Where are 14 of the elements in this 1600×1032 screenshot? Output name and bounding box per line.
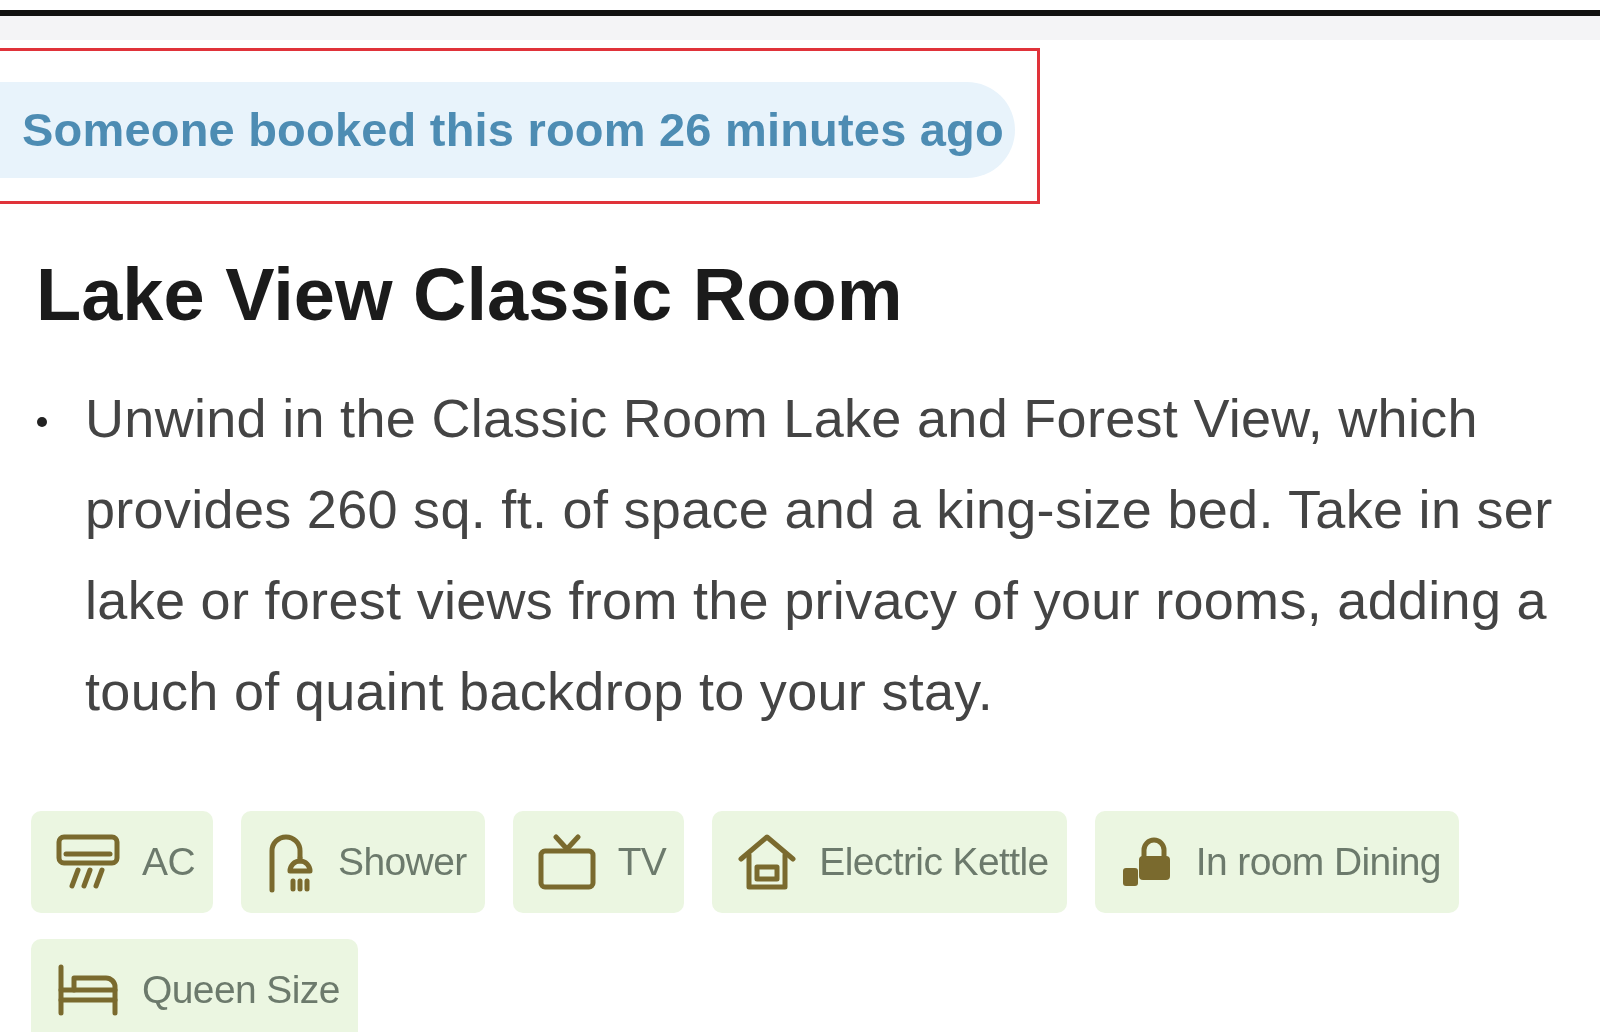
- amenity-label: Queen Size: [142, 966, 340, 1013]
- bed-icon: [56, 964, 120, 1016]
- amenity-label: AC: [142, 838, 195, 885]
- booking-notice-text: Someone booked this room 26 minutes ago: [22, 101, 1004, 158]
- amenity-label: TV: [617, 838, 667, 885]
- air-conditioner-icon: [56, 834, 120, 890]
- bullet-icon: [37, 417, 47, 427]
- house-icon: [737, 833, 798, 891]
- amenity-label: Shower: [338, 838, 467, 885]
- amenity-label: In room Dining: [1195, 838, 1441, 885]
- tv-icon: [537, 834, 596, 890]
- room-title: Lake View Classic Room: [36, 254, 903, 336]
- amenity-label: Electric Kettle: [819, 838, 1049, 885]
- room-description: Unwind in the Classic Room Lake and Forest View, which provides 260 sq. ft. of space and a king-size bed. Take in ser lake or forest views from the privacy of your rooms, adding a touch of quaint backdrop to your stay.: [85, 387, 1553, 723]
